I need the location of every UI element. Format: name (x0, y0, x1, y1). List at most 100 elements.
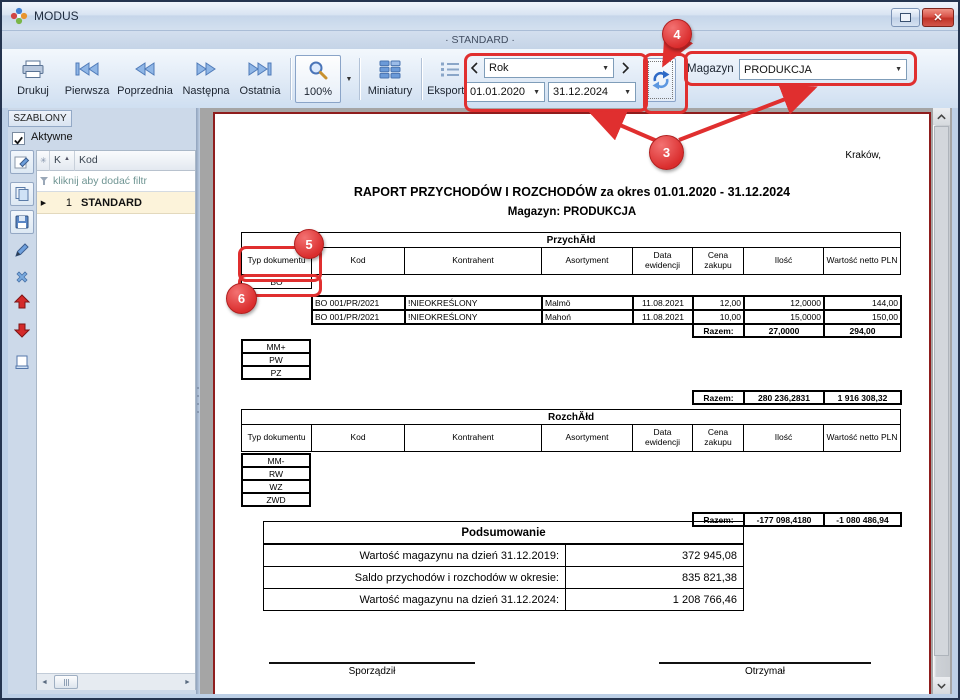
summary-label: Wartość magazynu na dzień 31.12.2024: (264, 589, 566, 611)
hscroll-thumb[interactable] (54, 675, 78, 689)
new-page-button[interactable] (10, 350, 34, 374)
period-type-value: Rok (489, 62, 509, 74)
signature-line-left (269, 662, 475, 664)
restore-button[interactable] (891, 8, 920, 27)
edit-template-button[interactable] (10, 150, 34, 174)
chevron-down-icon: ▼ (624, 89, 635, 96)
rename-template-button[interactable] (10, 238, 34, 262)
col-header-typ: Typ dokumentu (242, 248, 312, 275)
cell-kod: BO 001/PR/2021 (312, 296, 405, 310)
active-checkbox-label: Aktywne (31, 131, 73, 143)
template-row-standard[interactable]: ▶ 1 STANDARD (37, 192, 195, 214)
first-page-icon (74, 62, 100, 76)
last-page-button[interactable]: Ostatnia (234, 55, 286, 103)
cell-ilosc: 15,0000 (744, 310, 824, 324)
vscroll-thumb[interactable] (934, 126, 949, 656)
cell-cena: 12,00 (693, 296, 744, 310)
star-icon: ✳ (40, 156, 47, 165)
table-row: BO 001/PR/2021 !NIEOKREŚLONY Malmö 11.08… (312, 296, 901, 310)
sidebar-hscrollbar[interactable]: ◄ ► (37, 673, 195, 690)
template-row-num: 1 (50, 197, 75, 209)
toolbar: Drukuj Pierwsza Poprzednia Następna (2, 49, 958, 109)
col-header-cena: Cena zakupu (693, 248, 744, 275)
print-label: Drukuj (10, 83, 56, 99)
scroll-down-button[interactable] (933, 677, 950, 694)
next-page-button[interactable]: Następna (178, 55, 234, 103)
col-header-kod: Kod (312, 248, 405, 275)
col-header-data: Data ewidencji (633, 425, 693, 452)
col-header-typ: Typ dokumentu (242, 425, 312, 452)
zoom-dropdown-button[interactable]: ▼ (342, 55, 356, 103)
summary-table: Podsumowanie Wartość magazynu na dzień 3… (263, 521, 744, 611)
chevron-down-icon: ▼ (346, 76, 353, 83)
scroll-left-icon[interactable]: ◄ (37, 675, 52, 689)
period-type-select[interactable]: Rok ▼ (484, 58, 614, 78)
template-row-kod: STANDARD (75, 197, 142, 209)
restore-icon (900, 13, 911, 22)
cell-asortyment: Malmö (542, 296, 633, 310)
delete-template-button[interactable] (10, 265, 34, 289)
grid-filter-row[interactable]: kliknij aby dodać filtr (37, 171, 195, 192)
summary-label: Saldo przychodów i rozchodów w okresie: (264, 567, 566, 589)
scroll-down-icon (936, 682, 947, 690)
save-template-button[interactable] (10, 210, 34, 234)
date-to-select[interactable]: 31.12.2024 ▼ (548, 82, 636, 102)
move-up-button[interactable] (10, 290, 34, 314)
zoom-button[interactable]: 100% (295, 55, 341, 103)
cell-kod: BO 001/PR/2021 (312, 310, 405, 324)
razem-label: Razem: (693, 391, 744, 404)
title-bar: MODUS ✕ (2, 2, 958, 31)
col-header-cena: Cena zakupu (693, 425, 744, 452)
first-page-button[interactable]: Pierwsza (60, 55, 114, 103)
prev-page-button[interactable]: Poprzednia (114, 55, 176, 103)
close-button[interactable]: ✕ (922, 8, 954, 27)
print-button[interactable]: Drukuj (10, 55, 56, 103)
przychod-group-bo: BO (242, 275, 312, 289)
col-header-kontrahent: Kontrahent (405, 248, 542, 275)
active-checkbox[interactable] (12, 132, 25, 145)
signature-label-left: Sporządził (269, 666, 475, 677)
period-next-button[interactable] (618, 58, 634, 78)
report-subtitle: Magazyn: PRODUKCJA (215, 206, 929, 218)
check-icon (13, 135, 24, 146)
move-down-button[interactable] (10, 318, 34, 342)
toolbar-separator (359, 58, 361, 100)
grid-col-kod[interactable]: Kod (79, 154, 98, 166)
copy-template-button[interactable] (10, 182, 34, 206)
templates-sidebar: SZABLONY Aktywne (8, 108, 196, 694)
rozchod-groups-table: MM- RW WZ ZWD (241, 453, 311, 507)
col-header-asortyment: Asortyment (542, 425, 633, 452)
summary-value: 372 945,08 (566, 544, 744, 567)
chevron-down-icon: ▼ (895, 66, 906, 73)
period-prev-button[interactable] (466, 58, 482, 78)
chevron-right-icon (621, 61, 631, 75)
cell-data: 11.08.2021 (633, 310, 693, 324)
chevron-left-icon (469, 61, 479, 75)
group-label: ZWD (242, 493, 310, 506)
arrow-down-icon (14, 322, 30, 338)
edit-template-icon (14, 154, 30, 170)
scroll-up-button[interactable] (933, 108, 950, 125)
report-page: Kraków, RAPORT PRZYCHODÓW I ROZCHODÓW za… (213, 112, 931, 694)
przychod-data-rows: BO 001/PR/2021 !NIEOKREŚLONY Malmö 11.08… (311, 295, 902, 325)
date-from-value: 01.01.2020 (470, 86, 525, 98)
grid-header[interactable]: ✳ K ▲ Kod (37, 151, 195, 171)
refresh-button[interactable] (645, 58, 676, 102)
scroll-right-icon[interactable]: ► (180, 675, 195, 689)
rozchod-section-title: RozchĂłd (242, 410, 901, 425)
thumbnails-button[interactable]: Miniatury (364, 55, 416, 103)
report-title: RAPORT PRZYCHODÓW I ROZCHODÓW za okres 0… (215, 185, 929, 199)
toolbar-separator (421, 58, 423, 100)
grid-column-divider (49, 151, 50, 171)
col-header-wartosc: Wartość netto PLN (824, 248, 901, 275)
razem-wartosc: 294,00 (824, 324, 901, 337)
grid-col-k[interactable]: K (54, 154, 61, 166)
thumbnails-icon (379, 60, 402, 79)
magazyn-select[interactable]: PRODUKCJA ▼ (739, 59, 907, 80)
templates-tab[interactable]: SZABLONY (8, 110, 72, 127)
summary-value: 835 821,38 (566, 567, 744, 589)
date-from-select[interactable]: 01.01.2020 ▼ (465, 82, 545, 102)
cell-wartosc: 150,00 (824, 310, 901, 324)
cell-cena: 10,00 (693, 310, 744, 324)
viewer-vscrollbar[interactable] (933, 108, 950, 694)
